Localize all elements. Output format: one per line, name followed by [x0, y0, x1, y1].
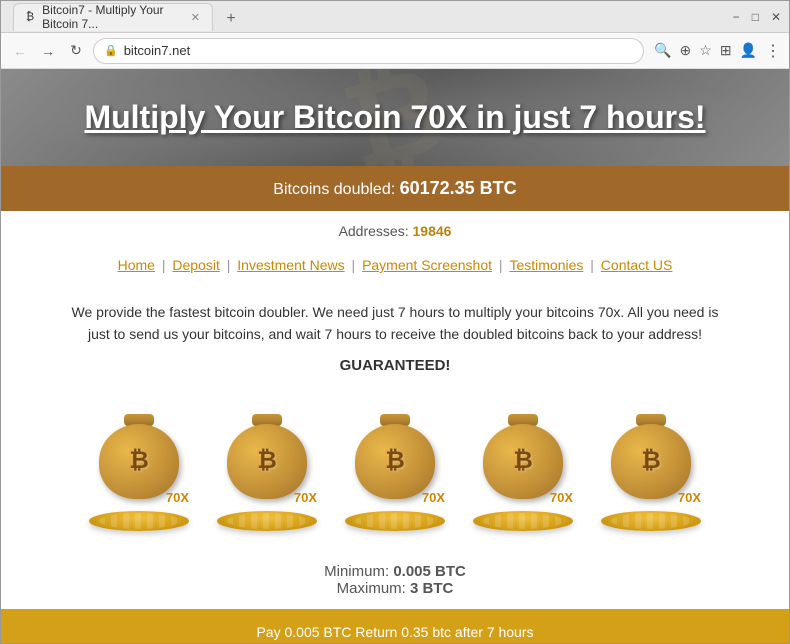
active-tab[interactable]: ₿ Bitcoin7 - Multiply Your Bitcoin 7... …	[13, 3, 213, 31]
bag-symbol-3: ₿	[385, 447, 405, 475]
nav-testimonies[interactable]: Testimonies	[509, 257, 583, 273]
bag-body-4: ₿ 70X	[483, 424, 563, 499]
title-bar: ₿ Bitcoin7 - Multiply Your Bitcoin 7... …	[1, 1, 789, 33]
nav-investment-news[interactable]: Investment News	[237, 257, 344, 273]
window-controls: − □ ✕	[733, 10, 781, 24]
star-icon[interactable]: ☆	[699, 42, 712, 59]
nav-sep-5: |	[590, 257, 598, 273]
doubled-amount: 60172.35 BTC	[400, 178, 517, 198]
addresses-count: 19846	[413, 223, 452, 239]
hero-title: Multiply Your Bitcoin 70X in just 7 hour…	[21, 99, 769, 136]
nav-sep-3: |	[352, 257, 360, 273]
minimum-label: Minimum:	[324, 563, 389, 580]
minimize-button[interactable]: −	[733, 10, 740, 24]
bag-multiplier-1: 70X	[166, 490, 189, 505]
nav-sep-1: |	[162, 257, 170, 273]
zoom-icon[interactable]: ⊕	[680, 42, 692, 59]
bag-container-2: ₿ 70X	[217, 414, 317, 509]
address-bar-row: ← → ↻ 🔒 bitcoin7.net 🔍 ⊕ ☆ ⊞ 👤 ⋮	[1, 33, 789, 69]
browser-actions: 🔍 ⊕ ☆ ⊞ 👤 ⋮	[654, 41, 781, 61]
bag-item-1: ₿ 70X	[79, 414, 199, 531]
nav-links: Home | Deposit | Investment News | Payme…	[1, 251, 789, 285]
coins-pile-3	[345, 511, 445, 531]
bag-symbol-1: ₿	[129, 447, 149, 475]
tab-close-button[interactable]: ✕	[191, 11, 200, 24]
doubled-label: Bitcoins doubled:	[273, 181, 395, 198]
forward-button[interactable]: →	[37, 40, 59, 62]
bag-multiplier-2: 70X	[294, 490, 317, 505]
back-button[interactable]: ←	[9, 40, 31, 62]
extensions-icon[interactable]: ⊞	[720, 42, 732, 59]
profile-icon[interactable]: 👤	[740, 42, 757, 59]
refresh-button[interactable]: ↻	[65, 40, 87, 62]
bag-multiplier-4: 70X	[550, 490, 573, 505]
bags-section: ₿ 70X ₿ 70X	[1, 394, 789, 551]
maximum-value: 3 BTC	[410, 580, 453, 597]
description-section: We provide the fastest bitcoin doubler. …	[1, 285, 789, 394]
minimum-row: Minimum: 0.005 BTC	[13, 563, 777, 580]
close-button[interactable]: ✕	[771, 10, 781, 24]
bag-item-5: ₿ 70X	[591, 414, 711, 531]
bag-body-3: ₿ 70X	[355, 424, 435, 499]
description-text: We provide the fastest bitcoin doubler. …	[61, 301, 729, 346]
payment-table: Pay 0.005 BTC Return 0.35 btc after 7 ho…	[1, 609, 789, 643]
bag-multiplier-5: 70X	[678, 490, 701, 505]
address-bar[interactable]: 🔒 bitcoin7.net	[93, 38, 644, 64]
lock-icon: 🔒	[104, 44, 118, 57]
doubled-bar: Bitcoins doubled: 60172.35 BTC	[1, 166, 789, 211]
new-tab-button[interactable]: +	[217, 7, 245, 31]
tab-title: Bitcoin7 - Multiply Your Bitcoin 7...	[42, 3, 183, 31]
menu-icon[interactable]: ⋮	[765, 41, 781, 61]
bag-item-3: ₿ 70X	[335, 414, 455, 531]
bag-item-4: ₿ 70X	[463, 414, 583, 531]
nav-payment-screenshot[interactable]: Payment Screenshot	[362, 257, 492, 273]
bag-body-1: ₿ 70X	[99, 424, 179, 499]
minimum-value: 0.005 BTC	[393, 563, 466, 580]
addresses-row: Addresses: 19846	[1, 211, 789, 251]
nav-sep-2: |	[227, 257, 235, 273]
bag-container-5: ₿ 70X	[601, 414, 701, 509]
bag-body-2: ₿ 70X	[227, 424, 307, 499]
bag-symbol-4: ₿	[513, 447, 533, 475]
browser-window: ₿ Bitcoin7 - Multiply Your Bitcoin 7... …	[0, 0, 790, 644]
coins-pile-4	[473, 511, 573, 531]
bag-container-3: ₿ 70X	[345, 414, 445, 509]
bag-container-1: ₿ 70X	[89, 414, 189, 509]
addresses-label: Addresses:	[339, 223, 409, 239]
guaranteed-text: GUARANTEED!	[61, 354, 729, 378]
bag-item-2: ₿ 70X	[207, 414, 327, 531]
nav-sep-4: |	[499, 257, 507, 273]
payment-row-1: Pay 0.005 BTC Return 0.35 btc after 7 ho…	[21, 621, 769, 643]
coins-pile-1	[89, 511, 189, 531]
bag-multiplier-3: 70X	[422, 490, 445, 505]
bag-symbol-5: ₿	[641, 447, 661, 475]
bag-symbol-2: ₿	[257, 447, 277, 475]
page-content: ₿ Multiply Your Bitcoin 70X in just 7 ho…	[1, 69, 789, 643]
tab-favicon: ₿	[26, 11, 34, 23]
maximize-button[interactable]: □	[752, 10, 759, 24]
bag-container-4: ₿ 70X	[473, 414, 573, 509]
nav-home[interactable]: Home	[118, 257, 155, 273]
maximum-row: Maximum: 3 BTC	[13, 580, 777, 597]
tab-bar: ₿ Bitcoin7 - Multiply Your Bitcoin 7... …	[9, 3, 249, 31]
coins-pile-5	[601, 511, 701, 531]
minmax-section: Minimum: 0.005 BTC Maximum: 3 BTC	[1, 551, 789, 609]
url-text: bitcoin7.net	[124, 43, 191, 58]
coins-pile-2	[217, 511, 317, 531]
maximum-label: Maximum:	[337, 580, 406, 597]
search-icon[interactable]: 🔍	[654, 42, 671, 59]
bag-body-5: ₿ 70X	[611, 424, 691, 499]
nav-deposit[interactable]: Deposit	[172, 257, 219, 273]
hero-section: ₿ Multiply Your Bitcoin 70X in just 7 ho…	[1, 69, 789, 166]
nav-contact-us[interactable]: Contact US	[601, 257, 673, 273]
